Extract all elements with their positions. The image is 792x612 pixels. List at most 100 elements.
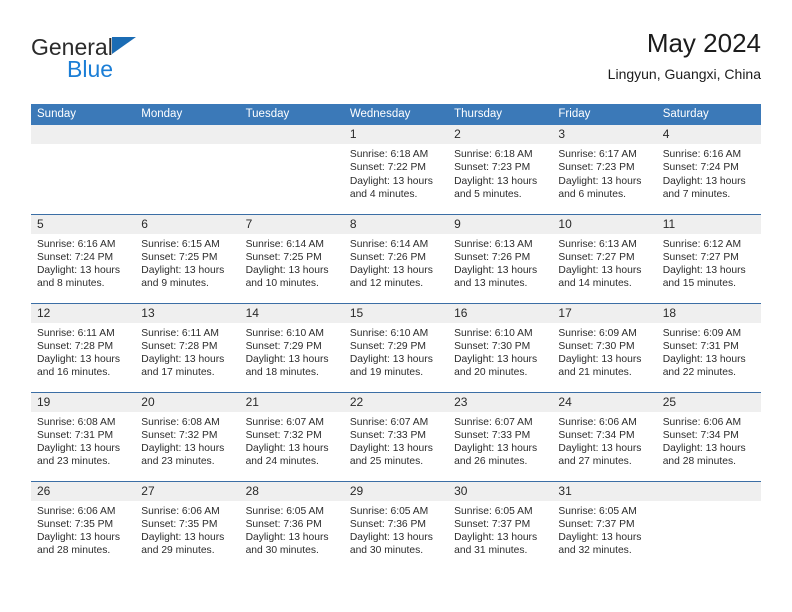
calendar-week-row: 5 Sunrise: 6:16 AM Sunset: 7:24 PM Daylight… xyxy=(31,213,761,303)
calendar-week-row: 26 Sunrise: 6:06 AM Sunset: 7:35 PM Dayligh… xyxy=(31,480,761,570)
calendar-day-cell[interactable]: 5 Sunrise: 6:16 AM Sunset: 7:24 PM Daylight… xyxy=(31,213,136,303)
day-details: Sunrise: 6:10 AM Sunset: 7:30 PM Daylight:… xyxy=(448,323,552,380)
sunrise-text: Sunrise: 6:06 AM xyxy=(558,416,637,428)
calendar-day-cell[interactable]: 7 Sunrise: 6:14 AM Sunset: 7:25 PM Daylight… xyxy=(239,213,344,303)
calendar-week-row: 12 Sunrise: 6:11 AM Sunset: 7:28 PM Dayligh… xyxy=(31,302,761,392)
day-number: 29 xyxy=(343,481,449,501)
calendar-day-cell[interactable]: 12 Sunrise: 6:11 AM Sunset: 7:28 PM Dayligh… xyxy=(31,302,136,392)
day-number: 6 xyxy=(135,214,240,234)
calendar-day-cell[interactable]: 11 Sunrise: 6:12 AM Sunset: 7:27 PM Dayligh… xyxy=(656,213,761,303)
daylight-text-line2: and 22 minutes. xyxy=(662,367,736,379)
sunset-text: Sunset: 7:22 PM xyxy=(349,162,426,174)
daylight-text-line1: Daylight: 13 hours xyxy=(558,443,642,455)
sunset-text: Sunset: 7:32 PM xyxy=(245,429,322,441)
calendar-day-cell-empty xyxy=(656,480,761,570)
sunrise-text: Sunrise: 6:10 AM xyxy=(245,327,324,339)
calendar-day-cell[interactable]: 27 Sunrise: 6:06 AM Sunset: 7:35 PM Dayligh… xyxy=(135,480,240,570)
sunset-text: Sunset: 7:37 PM xyxy=(558,518,635,530)
day-details: Sunrise: 6:14 AM Sunset: 7:26 PM Daylight:… xyxy=(344,234,448,291)
day-details: Sunrise: 6:18 AM Sunset: 7:23 PM Daylight:… xyxy=(448,144,552,201)
calendar-day-cell[interactable]: 14 Sunrise: 6:10 AM Sunset: 7:29 PM Dayligh… xyxy=(239,302,344,392)
day-number: 18 xyxy=(656,303,761,323)
calendar-day-cell[interactable]: 18 Sunrise: 6:09 AM Sunset: 7:31 PM Dayligh… xyxy=(656,302,761,392)
calendar-day-cell[interactable]: 2 Sunrise: 6:18 AM Sunset: 7:23 PM Daylight… xyxy=(448,125,553,214)
daylight-text-line2: and 27 minutes. xyxy=(558,456,632,468)
day-details: Sunrise: 6:16 AM Sunset: 7:24 PM Daylight:… xyxy=(657,144,761,201)
sunrise-text: Sunrise: 6:05 AM xyxy=(245,505,324,517)
weekday-header-thursday: Thursday xyxy=(448,104,553,125)
day-details: Sunrise: 6:07 AM Sunset: 7:33 PM Daylight:… xyxy=(448,412,552,469)
calendar-day-cell[interactable]: 9 Sunrise: 6:13 AM Sunset: 7:26 PM Daylight… xyxy=(448,213,553,303)
day-details: Sunrise: 6:16 AM Sunset: 7:24 PM Daylight:… xyxy=(31,234,135,291)
daylight-text-line1: Daylight: 13 hours xyxy=(141,532,225,544)
daylight-text-line2: and 20 minutes. xyxy=(454,367,528,379)
sunrise-text: Sunrise: 6:05 AM xyxy=(349,505,429,517)
calendar-day-cell[interactable]: 20 Sunrise: 6:08 AM Sunset: 7:32 PM Dayligh… xyxy=(135,391,240,481)
daylight-text-line1: Daylight: 13 hours xyxy=(454,354,538,366)
sunrise-text: Sunrise: 6:11 AM xyxy=(37,327,115,339)
daylight-text-line1: Daylight: 13 hours xyxy=(558,175,642,187)
calendar-day-cell[interactable]: 6 Sunrise: 6:15 AM Sunset: 7:25 PM Daylight… xyxy=(135,213,240,303)
calendar-day-cell[interactable]: 26 Sunrise: 6:06 AM Sunset: 7:35 PM Dayligh… xyxy=(31,480,136,570)
sunrise-text: Sunrise: 6:16 AM xyxy=(662,149,742,160)
day-number: 10 xyxy=(552,214,657,234)
calendar-day-cell[interactable]: 30 Sunrise: 6:05 AM Sunset: 7:37 PM Dayligh… xyxy=(448,480,553,570)
general-blue-logo[interactable]: General Blue xyxy=(31,34,271,90)
calendar-day-cell[interactable]: 17 Sunrise: 6:09 AM Sunset: 7:30 PM Dayligh… xyxy=(552,302,657,392)
day-details: Sunrise: 6:09 AM Sunset: 7:30 PM Daylight:… xyxy=(552,323,656,380)
sunrise-text: Sunrise: 6:08 AM xyxy=(37,416,116,428)
calendar-day-cell[interactable]: 15 Sunrise: 6:10 AM Sunset: 7:29 PM Dayligh… xyxy=(343,302,449,392)
day-number: 7 xyxy=(239,214,344,234)
sunrise-text: Sunrise: 6:15 AM xyxy=(141,238,220,250)
sunset-text: Sunset: 7:35 PM xyxy=(141,518,218,530)
sunset-text: Sunset: 7:28 PM xyxy=(141,340,218,352)
daylight-text-line2: and 13 minutes. xyxy=(454,278,528,290)
daylight-text-line1: Daylight: 13 hours xyxy=(558,532,642,544)
daylight-text-line1: Daylight: 13 hours xyxy=(558,265,642,277)
day-details: Sunrise: 6:10 AM Sunset: 7:29 PM Daylight:… xyxy=(344,323,448,380)
sunset-text: Sunset: 7:25 PM xyxy=(141,251,218,263)
sunrise-text: Sunrise: 6:07 AM xyxy=(349,416,429,428)
calendar-day-cell[interactable]: 16 Sunrise: 6:10 AM Sunset: 7:30 PM Dayligh… xyxy=(448,302,553,392)
day-number: 19 xyxy=(31,392,136,412)
sunrise-text: Sunrise: 6:07 AM xyxy=(245,416,324,428)
calendar-day-cell[interactable]: 1 Sunrise: 6:18 AM Sunset: 7:22 PM Daylight… xyxy=(343,125,449,214)
day-number: 12 xyxy=(31,303,136,323)
daylight-text-line1: Daylight: 13 hours xyxy=(141,443,225,455)
calendar-day-cell[interactable]: 29 Sunrise: 6:05 AM Sunset: 7:36 PM Dayligh… xyxy=(343,480,449,570)
daylight-text-line1: Daylight: 13 hours xyxy=(662,354,746,366)
calendar-day-cell[interactable]: 21 Sunrise: 6:07 AM Sunset: 7:32 PM Dayligh… xyxy=(239,391,344,481)
calendar-day-cell[interactable]: 23 Sunrise: 6:07 AM Sunset: 7:33 PM Dayligh… xyxy=(448,391,553,481)
day-number: 27 xyxy=(135,481,240,501)
calendar-day-cell[interactable]: 22 Sunrise: 6:07 AM Sunset: 7:33 PM Dayligh… xyxy=(343,391,449,481)
daylight-text-line2: and 6 minutes. xyxy=(558,188,626,200)
daylight-text-line2: and 30 minutes. xyxy=(245,545,319,557)
calendar-day-cell[interactable]: 28 Sunrise: 6:05 AM Sunset: 7:36 PM Dayligh… xyxy=(239,480,344,570)
calendar-day-cell[interactable]: 25 Sunrise: 6:06 AM Sunset: 7:34 PM Dayligh… xyxy=(656,391,761,481)
calendar-day-cell[interactable]: 4 Sunrise: 6:16 AM Sunset: 7:24 PM Daylight… xyxy=(656,125,761,214)
day-details: Sunrise: 6:05 AM Sunset: 7:36 PM Daylight:… xyxy=(344,501,448,558)
sunrise-text: Sunrise: 6:16 AM xyxy=(37,238,116,250)
calendar-day-cell[interactable]: 3 Sunrise: 6:17 AM Sunset: 7:23 PM Daylight… xyxy=(552,125,657,214)
calendar-day-cell[interactable]: 10 Sunrise: 6:13 AM Sunset: 7:27 PM Dayligh… xyxy=(552,213,657,303)
day-number: 2 xyxy=(448,125,553,144)
calendar-day-cell[interactable]: 13 Sunrise: 6:11 AM Sunset: 7:28 PM Dayligh… xyxy=(135,302,240,392)
triangle-icon xyxy=(112,37,136,54)
calendar-day-cell-empty xyxy=(31,125,136,214)
daylight-text-line2: and 26 minutes. xyxy=(454,456,528,468)
calendar-day-cell[interactable]: 19 Sunrise: 6:08 AM Sunset: 7:31 PM Dayligh… xyxy=(31,391,136,481)
calendar-day-cell[interactable]: 31 Sunrise: 6:05 AM Sunset: 7:37 PM Dayligh… xyxy=(552,480,657,570)
day-number: 22 xyxy=(343,392,449,412)
calendar-day-cell[interactable]: 8 Sunrise: 6:14 AM Sunset: 7:26 PM Daylight… xyxy=(343,213,449,303)
sunset-text: Sunset: 7:30 PM xyxy=(558,340,635,352)
daylight-text-line2: and 24 minutes. xyxy=(245,456,319,468)
daylight-text-line2: and 4 minutes. xyxy=(349,188,418,200)
weekday-header-friday: Friday xyxy=(552,104,657,125)
day-details: Sunrise: 6:05 AM Sunset: 7:37 PM Daylight:… xyxy=(448,501,552,558)
sunset-text: Sunset: 7:24 PM xyxy=(37,251,114,263)
daylight-text-line1: Daylight: 13 hours xyxy=(349,175,433,187)
weekday-header-tuesday: Tuesday xyxy=(239,104,344,125)
sunset-text: Sunset: 7:28 PM xyxy=(37,340,114,352)
calendar-day-cell[interactable]: 24 Sunrise: 6:06 AM Sunset: 7:34 PM Dayligh… xyxy=(552,391,657,481)
daylight-text-line2: and 25 minutes. xyxy=(349,456,424,468)
